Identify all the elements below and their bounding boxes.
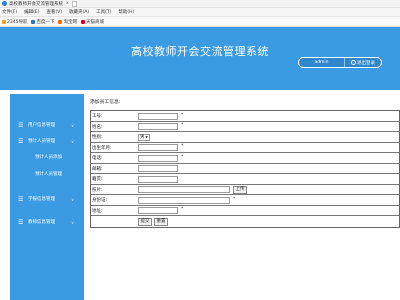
required-mark: * — [181, 207, 184, 212]
menu-view[interactable]: 查看(V) — [46, 9, 62, 15]
menu-edit[interactable]: 编辑(E) — [24, 9, 39, 15]
sidebar-item-user-info[interactable]: ☰ 用户信息管理 ∨ — [10, 120, 84, 130]
submit-button[interactable]: 提交 — [138, 217, 152, 226]
field-label: 籍贯: — [92, 177, 103, 182]
favorite-label: 淘宝网 — [63, 19, 77, 25]
favorite-icon — [80, 19, 85, 24]
sidebar-item-label: 预计人员管理 — [28, 139, 55, 144]
sidebar-item-label: 学报信息管理 — [28, 197, 55, 202]
sidebar-item-label: 用户信息管理 — [28, 123, 55, 128]
form-row-photo: 照片: 上传 — [91, 185, 399, 195]
required-mark: * — [233, 196, 236, 202]
sidebar-subitem-manage-staff[interactable]: 预计人员管理 — [35, 171, 62, 177]
gender-select[interactable]: 男 ▼ — [138, 133, 150, 141]
photo-input[interactable] — [138, 186, 230, 193]
sidebar-item-teacher-info[interactable]: ☰ 教师信息管理 ∨ — [10, 217, 84, 227]
favorite-baidu[interactable]: 百度一下 — [31, 19, 54, 25]
favorites-bar: 2345导航 百度一下 淘宝网 天猫商城 — [0, 17, 400, 27]
favorite-label: 天猫商城 — [85, 19, 104, 25]
form-row-birth: 出生年月: * — [91, 143, 399, 153]
staff-form: 工号: * 姓名: * 性别: 男 ▼ 出生年月: * 电话: * 邮箱: 籍贯… — [90, 110, 400, 228]
sidebar-item-journal[interactable]: ☰ 学报信息管理 ∨ — [10, 194, 84, 204]
field-label: 地址: — [92, 208, 103, 214]
form-row-address: 地址: * — [91, 206, 399, 216]
browser-titlebar: 高校教师开会交流管理系统 x — [0, 0, 400, 8]
browser-tab-title[interactable]: 高校教师开会交流管理系统 — [9, 1, 63, 7]
favorite-taobao[interactable]: 淘宝网 — [58, 19, 77, 25]
upload-button[interactable]: 上传 — [233, 185, 247, 194]
form-row-id: 工号: * — [91, 111, 399, 122]
menu-file[interactable]: 文件(F) — [2, 9, 17, 15]
field-label: 工号: — [92, 114, 103, 119]
chevron-down-icon: ∨ — [71, 219, 74, 225]
sidebar-item-expected-staff[interactable]: ☰ 预计人员管理 ∨ — [10, 136, 84, 146]
favorite-icon — [58, 19, 63, 24]
app-header: 高校教师开会交流管理系统 admin 退出登录 — [0, 27, 400, 90]
list-icon: ☰ — [18, 195, 24, 203]
menu-help[interactable]: 帮助(H) — [118, 9, 134, 15]
ie-icon — [2, 1, 7, 6]
favorite-label: 2345导航 — [7, 19, 28, 25]
menu-tools[interactable]: 工具(T) — [96, 9, 111, 15]
form-row-email: 邮箱: — [91, 164, 399, 174]
form-row-phone: 电话: * — [91, 153, 399, 164]
favorite-label: 百度一下 — [36, 19, 55, 25]
form-row-actions: 提交 重置 — [91, 216, 399, 227]
favorite-tmall[interactable]: 天猫商城 — [80, 19, 104, 25]
logout-label: 退出登录 — [357, 60, 375, 66]
logout-button[interactable]: 退出登录 — [344, 58, 381, 67]
sidebar-item-label: 教师信息管理 — [28, 220, 55, 225]
browser-menubar: 文件(F) 编辑(E) 查看(V) 收藏夹(A) 工具(T) 帮助(H) — [0, 8, 400, 17]
field-label: 姓名: — [92, 124, 103, 130]
name-input[interactable] — [138, 123, 178, 130]
field-label: 邮箱: — [92, 166, 103, 172]
gender-value: 男 — [140, 135, 145, 140]
chevron-down-icon: ▼ — [145, 135, 148, 139]
employee-id-input[interactable] — [138, 112, 178, 120]
list-icon: ☰ — [18, 121, 24, 129]
form-row-hometown: 籍贯: — [91, 174, 399, 185]
reset-button[interactable]: 重置 — [154, 217, 168, 226]
favorite-icon — [31, 19, 36, 24]
menu-favorites[interactable]: 收藏夹(A) — [69, 9, 89, 15]
username[interactable]: admin — [299, 60, 344, 65]
field-label: 出生年月: — [92, 145, 112, 151]
list-icon: ☰ — [18, 218, 24, 226]
form-row-name: 姓名: * — [91, 122, 399, 132]
required-mark: * — [181, 112, 184, 118]
address-input[interactable] — [138, 207, 178, 214]
form-heading: 添加员工信息: — [90, 100, 121, 105]
sidebar-subitem-add-staff[interactable]: 预计人员添加 — [35, 154, 62, 160]
id-card-input[interactable] — [138, 196, 230, 204]
required-mark: * — [181, 144, 184, 149]
email-input[interactable] — [138, 165, 178, 172]
user-pill: admin 退出登录 — [298, 57, 382, 68]
chevron-down-icon: ∨ — [71, 196, 74, 202]
field-label: 电话: — [92, 156, 103, 161]
required-mark: * — [181, 123, 184, 128]
field-label: 身份证: — [92, 198, 108, 203]
favorite-icon — [2, 19, 6, 24]
chevron-down-icon: ∨ — [71, 122, 74, 128]
phone-input[interactable] — [138, 154, 178, 162]
favorite-2345[interactable]: 2345导航 — [2, 19, 27, 25]
field-label: 性别: — [92, 135, 103, 140]
power-icon — [351, 60, 356, 65]
chevron-down-icon: ∨ — [71, 138, 74, 144]
new-tab-button[interactable] — [71, 0, 77, 7]
sidebar: ☰ 用户信息管理 ∨ ☰ 预计人员管理 ∨ 预计人员添加 预计人员管理 ☰ 学报… — [10, 94, 84, 300]
tab-close-icon[interactable]: x — [66, 1, 69, 6]
list-icon: ☰ — [18, 137, 24, 145]
birth-date-input[interactable] — [138, 144, 178, 151]
form-row-gender: 性别: 男 ▼ — [91, 132, 399, 143]
required-mark: * — [181, 154, 184, 160]
hometown-input[interactable] — [138, 175, 178, 183]
field-label: 照片: — [92, 187, 103, 193]
form-row-idcard: 身份证: * — [91, 195, 399, 206]
